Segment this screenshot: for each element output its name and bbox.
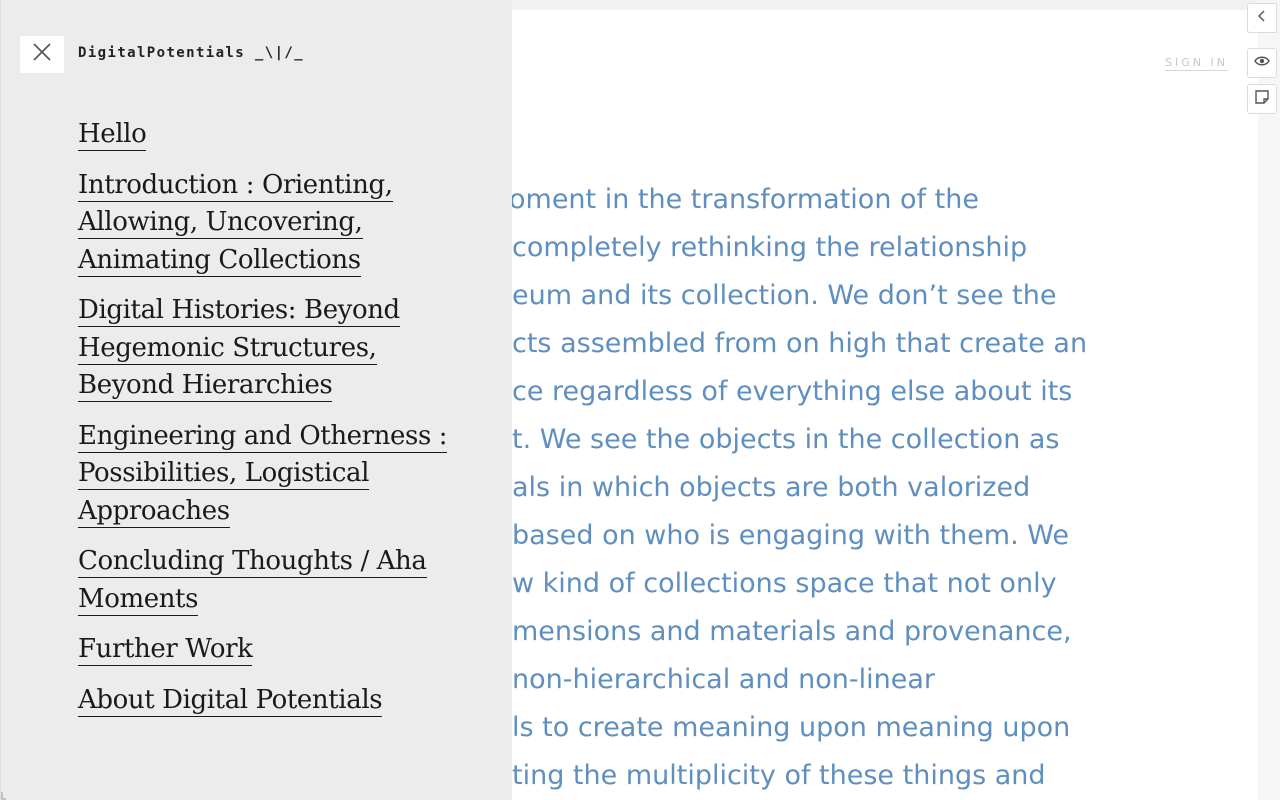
toc-link-digital-histories[interactable]: Digital Histories: Beyond Hegemonic Stru… (78, 295, 400, 402)
sign-in-link[interactable]: SIGN IN (1165, 56, 1228, 69)
toc-item: Hello (78, 116, 458, 154)
show-highlights-button[interactable] (1247, 48, 1277, 78)
toc-list: Hello Introduction : Orienting, Allowing… (78, 116, 458, 732)
toc-item: Introduction : Orienting, Allowing, Unco… (78, 167, 458, 280)
toc-item: Digital Histories: Beyond Hegemonic Stru… (78, 292, 458, 405)
article-line: completely rethinking the relationship (512, 232, 1028, 263)
article-line: eum and its collection. We don’t see the (512, 280, 1057, 311)
toc-link-about[interactable]: About Digital Potentials (78, 684, 383, 717)
toc-link-further-work[interactable]: Further Work (78, 634, 253, 666)
article-line: non-hierarchical and non-linear (512, 664, 936, 695)
close-icon (33, 43, 51, 66)
toc-item: Further Work (78, 631, 458, 669)
toc-link-concluding-thoughts[interactable]: Concluding Thoughts / Aha Moments (78, 546, 427, 616)
resize-corner-icon (1, 792, 6, 800)
article-line: w kind of collections space that not onl… (512, 568, 1057, 599)
site-title[interactable]: DigitalPotentials _\|/_ (78, 45, 304, 61)
article-line: als in which objects are both valorized (512, 472, 1031, 503)
article-line: cts assembled from on high that create a… (512, 328, 1088, 359)
article-line: oment in the transformation of the (509, 184, 979, 215)
toc-link-hello[interactable]: Hello (78, 119, 147, 151)
article-line: based on who is engaging with them. We (512, 520, 1069, 551)
eye-icon (1254, 54, 1270, 72)
article-line: mensions and materials and provenance, (512, 616, 1072, 647)
toc-link-engineering-and-otherness[interactable]: Engineering and Otherness : Possibilitie… (78, 420, 448, 528)
annotation-sidebar (1258, 0, 1280, 800)
chevron-left-icon (1257, 9, 1267, 27)
toc-item: Concluding Thoughts / Aha Moments (78, 543, 458, 618)
toc-link-introduction[interactable]: Introduction : Orienting, Allowing, Unco… (78, 169, 393, 277)
article-line: ting the multiplicity of these things an… (512, 760, 1046, 791)
article-line: t. We see the objects in the collection … (512, 424, 1060, 455)
close-button[interactable] (20, 36, 64, 73)
article-line: ls to create meaning upon meaning upon (512, 712, 1071, 743)
toc-item: About Digital Potentials (78, 682, 458, 720)
page-notes-button[interactable] (1247, 84, 1277, 114)
table-of-contents-panel: DigitalPotentials _\|/_ Hello Introducti… (0, 0, 512, 800)
toc-item: Engineering and Otherness : Possibilitie… (78, 418, 458, 531)
sidebar-toggle-button[interactable] (1247, 3, 1277, 33)
article-line: ce regardless of everything else about i… (512, 376, 1073, 407)
article-body: oment in the transformation of the compl… (509, 176, 1132, 800)
note-icon (1255, 89, 1269, 109)
